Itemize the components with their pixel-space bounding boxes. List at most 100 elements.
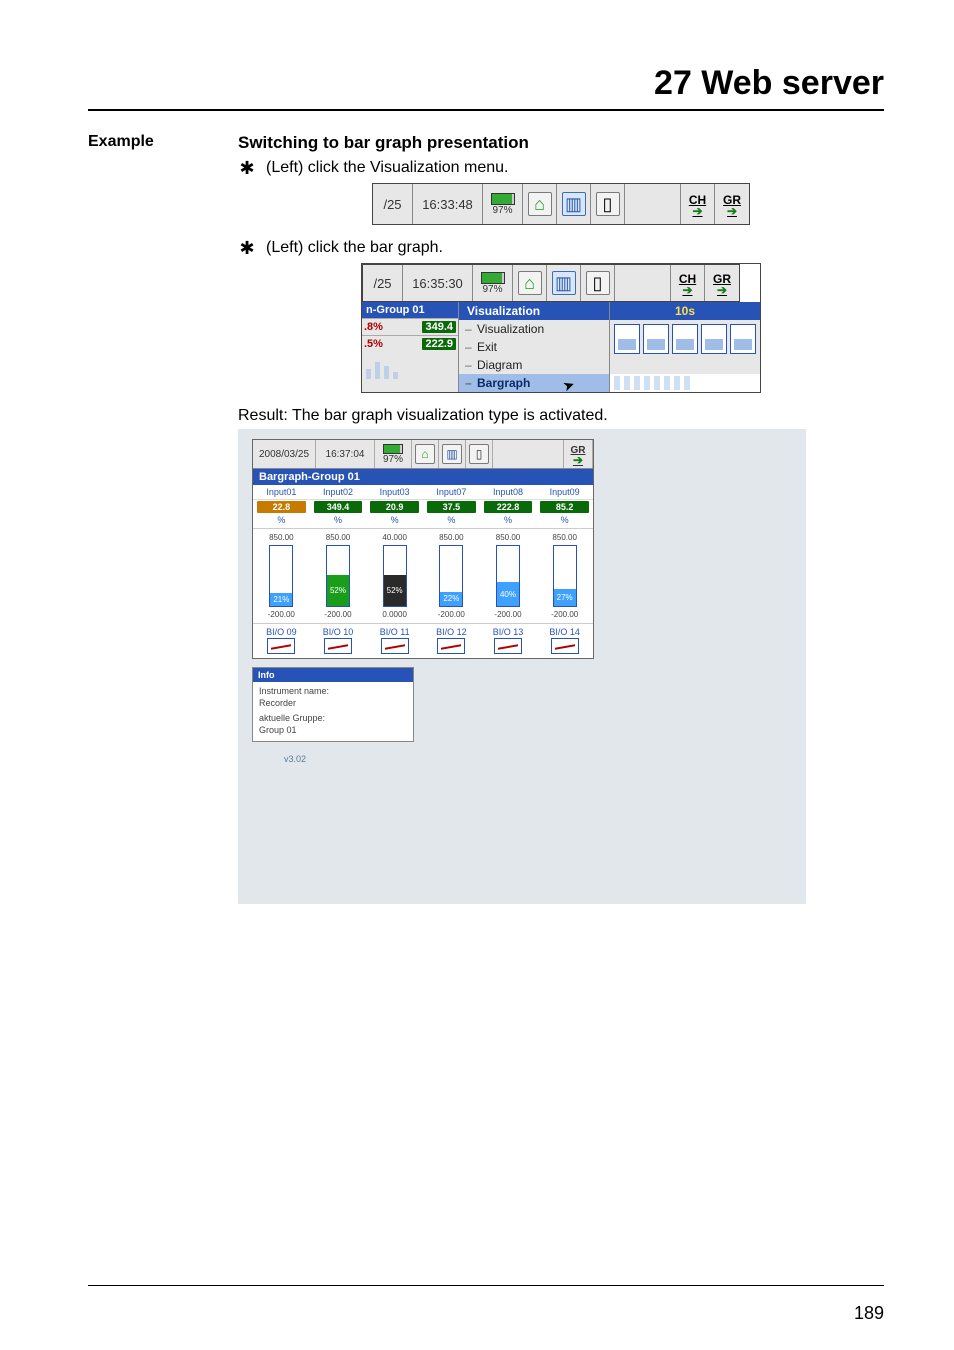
col-unit: %: [423, 514, 480, 529]
menu-item-bargraph[interactable]: Bargraph: [459, 374, 609, 392]
res-page-button[interactable]: ▯: [466, 440, 493, 468]
tracks: [610, 374, 760, 392]
bio-label: BI/O 13: [480, 624, 537, 638]
col-header: Input08: [480, 485, 537, 500]
result-bio-row: BI/O 09BI/O 10BI/O 11BI/O 12BI/O 13BI/O …: [253, 623, 593, 658]
col-value: 349.4: [314, 501, 363, 513]
bar-box: 22%: [439, 545, 463, 607]
bio-icon: [551, 638, 579, 654]
result-group-title: Bargraph-Group 01: [253, 469, 593, 485]
tb1-spacer: [625, 184, 681, 224]
bar-fill: 40%: [497, 582, 519, 606]
menu-shot: /25 16:35:30 97% ⌂ ▥ ▯ CH ➔: [361, 263, 761, 393]
col-value: 37.5: [427, 501, 476, 513]
toolbar-2: /25 16:35:30 97% ⌂ ▥ ▯ CH ➔: [362, 264, 740, 302]
thumb-icon: [672, 324, 698, 354]
tb1-gr-button[interactable]: GR ➔: [715, 184, 749, 224]
divider-bottom: [88, 1285, 884, 1286]
bio-label: BI/O 11: [366, 624, 423, 638]
divider-top: [88, 109, 884, 111]
bio-label: BI/O 12: [423, 624, 480, 638]
tb2-viz-button[interactable]: ▥: [547, 265, 581, 301]
tb2-gr-button[interactable]: GR ➔: [705, 265, 739, 301]
tb1-page-button[interactable]: ▯: [591, 184, 625, 224]
result-screenshot-wrap: 2008/03/25 16:37:04 97% ⌂ ▥ ▯ GR ➔: [238, 429, 806, 904]
bar-bottom: 0.0000: [366, 610, 423, 619]
group-label: n-Group 01: [362, 302, 458, 318]
bullet-icon: ✱: [238, 239, 256, 257]
info-title: Info: [253, 668, 413, 682]
step-2-text: (Left) click the bar graph.: [266, 239, 443, 257]
mini-bars: [362, 352, 458, 382]
tb1-ch-button[interactable]: CH ➔: [681, 184, 715, 224]
info-name-value: Recorder: [259, 698, 407, 710]
menu-item-diagram[interactable]: Diagram: [459, 356, 609, 374]
tb2-date: /25: [363, 265, 403, 301]
result-value-grid: Input01Input02Input03Input07Input08Input…: [253, 485, 593, 529]
col-unit: %: [366, 514, 423, 529]
col-header: Input07: [423, 485, 480, 500]
right-time-label: 10s: [610, 302, 760, 320]
bar-column: 850.0022%-200.00: [423, 529, 480, 623]
step-1-text: (Left) click the Visualization menu.: [266, 159, 508, 177]
tb1-time: 16:33:48: [413, 184, 483, 224]
result-toolbar: 2008/03/25 16:37:04 97% ⌂ ▥ ▯ GR ➔: [253, 440, 593, 469]
bio-cell: BI/O 09: [253, 624, 310, 658]
graph-icon: ▥: [562, 192, 586, 216]
bio-cell: BI/O 12: [423, 624, 480, 658]
res-date: 2008/03/25: [253, 440, 316, 468]
bar-bottom: -200.00: [536, 610, 593, 619]
bar-fill: 22%: [440, 592, 462, 606]
bar-top: 850.00: [253, 533, 310, 542]
bio-icon: [437, 638, 465, 654]
bar-box: 21%: [269, 545, 293, 607]
screenshot-menu: /25 16:35:30 97% ⌂ ▥ ▯ CH ➔: [238, 263, 884, 393]
bio-cell: BI/O 13: [480, 624, 537, 658]
row-pct: .5%: [364, 338, 383, 350]
tb2-spacer: [615, 265, 671, 301]
bio-cell: BI/O 10: [310, 624, 367, 658]
main-column: Switching to bar graph presentation ✱ (L…: [238, 133, 884, 904]
col-unit: %: [310, 514, 367, 529]
col-header: Input09: [536, 485, 593, 500]
bio-cell: BI/O 11: [366, 624, 423, 658]
tb2-page-button[interactable]: ▯: [581, 265, 615, 301]
col-value: 20.9: [370, 501, 419, 513]
page-icon: ▯: [596, 192, 620, 216]
col-header: Input01: [253, 485, 310, 500]
col-unit: %: [253, 514, 310, 529]
menu-item-visualization[interactable]: Visualization: [459, 320, 609, 338]
bio-icon: [324, 638, 352, 654]
arrow-right-icon: ➔: [692, 207, 702, 215]
battery-icon: [481, 272, 505, 284]
result-text: Result: The bar graph visualization type…: [238, 407, 884, 425]
bio-label: BI/O 09: [253, 624, 310, 638]
res-time: 16:37:04: [316, 440, 375, 468]
menu-item-exit[interactable]: Exit: [459, 338, 609, 356]
bar-fill: 27%: [554, 589, 576, 606]
home-icon: ⌂: [528, 192, 552, 216]
section-heading: Switching to bar graph presentation: [238, 133, 884, 153]
bar-column: 850.0040%-200.00: [480, 529, 537, 623]
tb1-home-button[interactable]: ⌂: [523, 184, 557, 224]
bio-icon: [381, 638, 409, 654]
res-gr-button[interactable]: GR ➔: [564, 440, 593, 468]
tb1-viz-button[interactable]: ▥: [557, 184, 591, 224]
arrow-right-icon: ➔: [682, 286, 692, 294]
bar-column: 850.0021%-200.00: [253, 529, 310, 623]
bar-column: 850.0052%-200.00: [310, 529, 367, 623]
bio-label: BI/O 14: [536, 624, 593, 638]
col-header: Input03: [366, 485, 423, 500]
bar-fill: 52%: [384, 575, 406, 606]
res-viz-button[interactable]: ▥: [439, 440, 466, 468]
battery-icon: [491, 193, 515, 205]
side-label: Example: [88, 133, 238, 151]
thumbnails: [610, 320, 760, 374]
tb1-date: /25: [373, 184, 413, 224]
screenshot-toolbar-1: /25 16:33:48 97% ⌂ ▥ ▯ CH ➔ GR: [238, 183, 884, 225]
res-home-button[interactable]: ⌂: [412, 440, 439, 468]
info-group-label: aktuelle Gruppe:: [259, 713, 407, 725]
row-val: 222.9: [422, 338, 456, 350]
tb2-ch-button[interactable]: CH ➔: [671, 265, 705, 301]
tb2-home-button[interactable]: ⌂: [513, 265, 547, 301]
